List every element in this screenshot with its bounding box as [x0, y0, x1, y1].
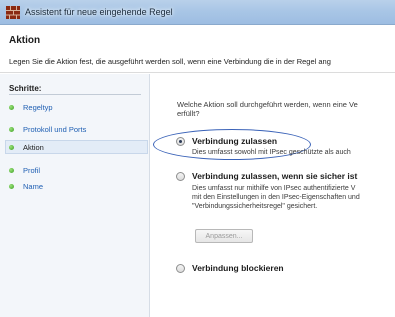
option-allow-connection-desc: Dies umfasst sowohl mit IPsec geschützte…: [192, 149, 351, 156]
firewall-wall-icon: [6, 6, 20, 19]
step-label: Protokoll und Ports: [23, 124, 87, 134]
option-allow-connection-label[interactable]: Verbindung zulassen: [192, 136, 277, 146]
green-dot-icon: [9, 126, 14, 132]
radio-block-connection[interactable]: [176, 264, 185, 273]
step-label: Regeltyp: [23, 102, 53, 112]
option-allow-if-secure-desc-3: "Verbindungssicherheitsregel" gesichert.: [192, 203, 318, 210]
step-item-regeltyp[interactable]: Regeltyp: [9, 100, 144, 114]
option-block-connection-label[interactable]: Verbindung blockieren: [192, 263, 284, 273]
radio-allow-connection[interactable]: [176, 137, 185, 146]
radio-allow-if-secure[interactable]: [176, 172, 185, 181]
step-item-aktion[interactable]: Aktion: [5, 140, 148, 154]
steps-sidebar: Schritte: Regeltyp Protokoll und Ports A…: [0, 74, 150, 317]
page-title: Aktion: [9, 35, 41, 46]
step-item-protokoll-und-ports[interactable]: Protokoll und Ports: [9, 122, 144, 136]
option-allow-if-secure-desc-1: Dies umfasst nur mithilfe von IPsec auth…: [192, 185, 356, 192]
green-dot-icon: [9, 183, 14, 189]
title-bar: Assistent für neue eingehende Regel: [0, 0, 395, 25]
step-label: Profil: [23, 165, 41, 175]
option-allow-if-secure-label[interactable]: Verbindung zulassen, wenn sie sicher ist: [192, 171, 357, 181]
action-question: Welche Aktion soll durchgeführt werden, …: [177, 100, 358, 118]
page-description: Legen Sie die Aktion fest, die ausgeführ…: [9, 57, 331, 66]
green-dot-icon: [9, 104, 14, 110]
question-line-2: erfüllt?: [177, 109, 200, 118]
step-label: Name: [23, 181, 44, 191]
green-dot-icon: [9, 167, 14, 173]
step-item-name[interactable]: Name: [9, 179, 144, 193]
wizard-header: Aktion Legen Sie die Aktion fest, die au…: [0, 25, 395, 73]
step-label: Aktion: [23, 142, 44, 152]
window-title: Assistent für neue eingehende Regel: [25, 7, 173, 17]
option-allow-if-secure-desc-2: mit den Einstellungen in den IPsec-Eigen…: [192, 194, 360, 201]
step-item-profil[interactable]: Profil: [9, 163, 144, 177]
customize-button[interactable]: Anpassen...: [195, 229, 253, 243]
action-panel: Welche Aktion soll durchgeführt werden, …: [151, 74, 395, 317]
question-line-1: Welche Aktion soll durchgeführt werden, …: [177, 100, 358, 109]
green-dot-icon: [9, 144, 14, 150]
steps-divider: [9, 94, 141, 95]
steps-heading: Schritte:: [9, 84, 42, 93]
